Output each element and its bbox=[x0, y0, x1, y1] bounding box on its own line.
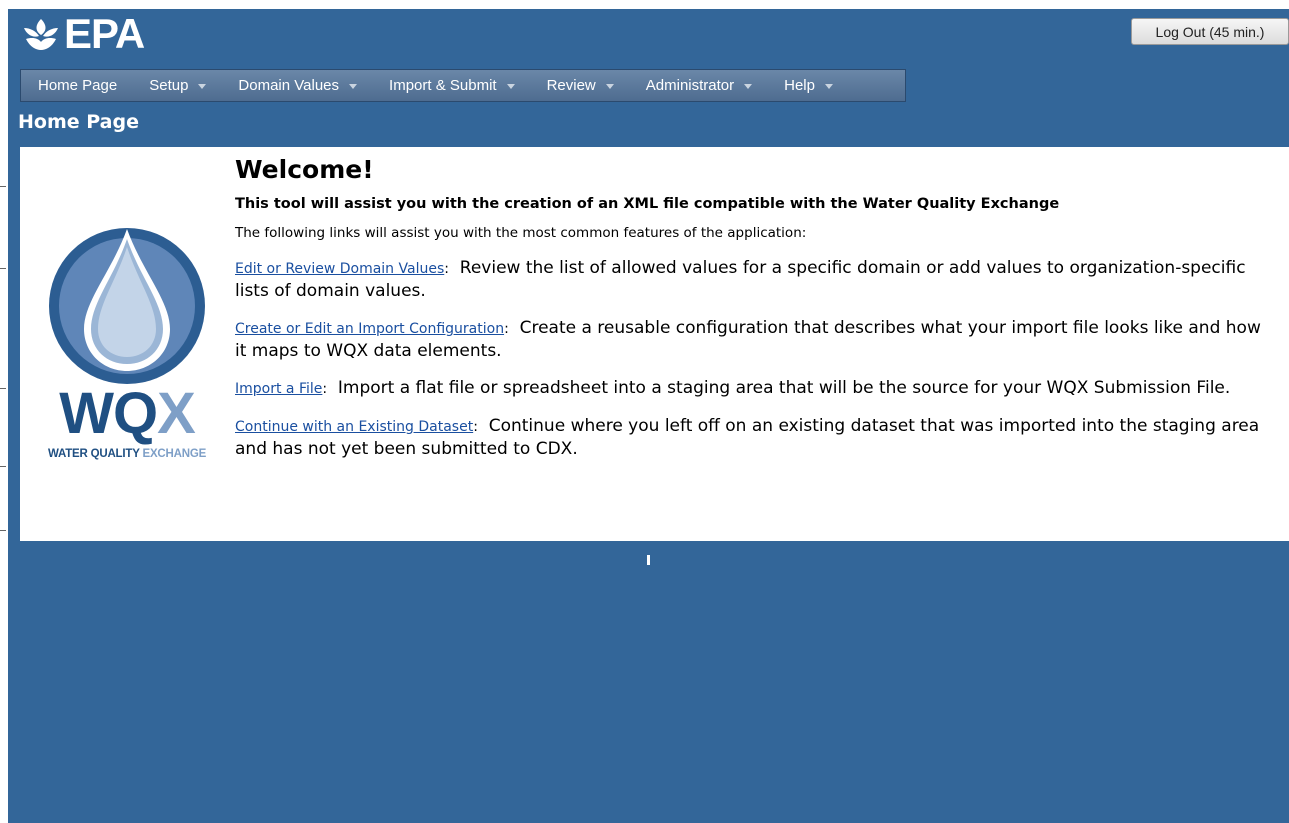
logout-button[interactable]: Log Out (45 min.) bbox=[1131, 18, 1289, 45]
feature-existing-dataset: Continue with an Existing Dataset: Conti… bbox=[235, 416, 1260, 459]
nav-label: Home Page bbox=[38, 77, 118, 94]
nav-home-page[interactable]: Home Page bbox=[38, 77, 117, 94]
welcome-subtitle: This tool will assist you with the creat… bbox=[235, 196, 1060, 212]
wqx-logo: WQX WATER QUALITY EXCHANGE bbox=[32, 211, 222, 471]
feature-description: Import a flat file or spreadsheet into a… bbox=[337, 378, 1231, 398]
page-title: Home Page bbox=[18, 111, 139, 133]
content-panel: WQX WATER QUALITY EXCHANGE Welcome! This… bbox=[20, 147, 1289, 541]
nav-label: Domain Values bbox=[238, 77, 340, 94]
main-nav: Home Page Setup Domain Values Import & S… bbox=[20, 69, 906, 102]
nav-label: Help bbox=[784, 77, 815, 94]
welcome-intro: The following links will assist you with… bbox=[235, 225, 807, 241]
wqx-tagline: WATER QUALITY EXCHANGE bbox=[47, 448, 207, 460]
nav-label: Setup bbox=[149, 77, 189, 94]
epa-logo-text: EPA bbox=[64, 10, 145, 57]
caret-down-icon bbox=[605, 83, 614, 89]
feature-import-file: Import a File: Import a flat file or spr… bbox=[235, 378, 1231, 398]
import-file-link[interactable]: Import a File bbox=[235, 381, 322, 397]
epa-logo[interactable]: EPA bbox=[22, 10, 145, 57]
caret-down-icon bbox=[824, 83, 833, 89]
nav-label: Review bbox=[546, 77, 596, 94]
caret-down-icon bbox=[744, 83, 753, 89]
feature-domain-values: Edit or Review Domain Values: Review the… bbox=[235, 258, 1246, 301]
nav-domain-values[interactable]: Domain Values bbox=[238, 77, 358, 94]
nav-help[interactable]: Help bbox=[784, 77, 833, 94]
nav-review[interactable]: Review bbox=[547, 77, 614, 94]
caret-down-icon bbox=[349, 83, 358, 89]
nav-label: Import & Submit bbox=[389, 77, 497, 94]
water-drop-icon bbox=[49, 228, 205, 384]
feature-import-configuration: Create or Edit an Import Configuration: … bbox=[235, 318, 1261, 361]
wqx-wordmark: WQX bbox=[59, 381, 196, 446]
welcome-heading: Welcome! bbox=[235, 155, 374, 184]
header: EPA Log Out (45 min.) bbox=[8, 9, 1289, 69]
nav-import-submit[interactable]: Import & Submit bbox=[389, 77, 515, 94]
nav-administrator[interactable]: Administrator bbox=[645, 77, 753, 94]
loading-indicator bbox=[647, 555, 650, 565]
nav-setup[interactable]: Setup bbox=[149, 77, 207, 94]
existing-dataset-link[interactable]: Continue with an Existing Dataset bbox=[235, 419, 473, 435]
import-configuration-link[interactable]: Create or Edit an Import Configuration bbox=[235, 321, 504, 337]
edit-domain-values-link[interactable]: Edit or Review Domain Values bbox=[235, 261, 444, 277]
epa-flower-icon bbox=[24, 19, 58, 50]
caret-down-icon bbox=[198, 83, 207, 89]
nav-label: Administrator bbox=[645, 77, 735, 94]
app-page: EPA Log Out (45 min.) Home Page Setup Do… bbox=[8, 9, 1289, 823]
caret-down-icon bbox=[506, 83, 515, 89]
welcome-section: Welcome! This tool will assist you with … bbox=[235, 155, 1275, 475]
